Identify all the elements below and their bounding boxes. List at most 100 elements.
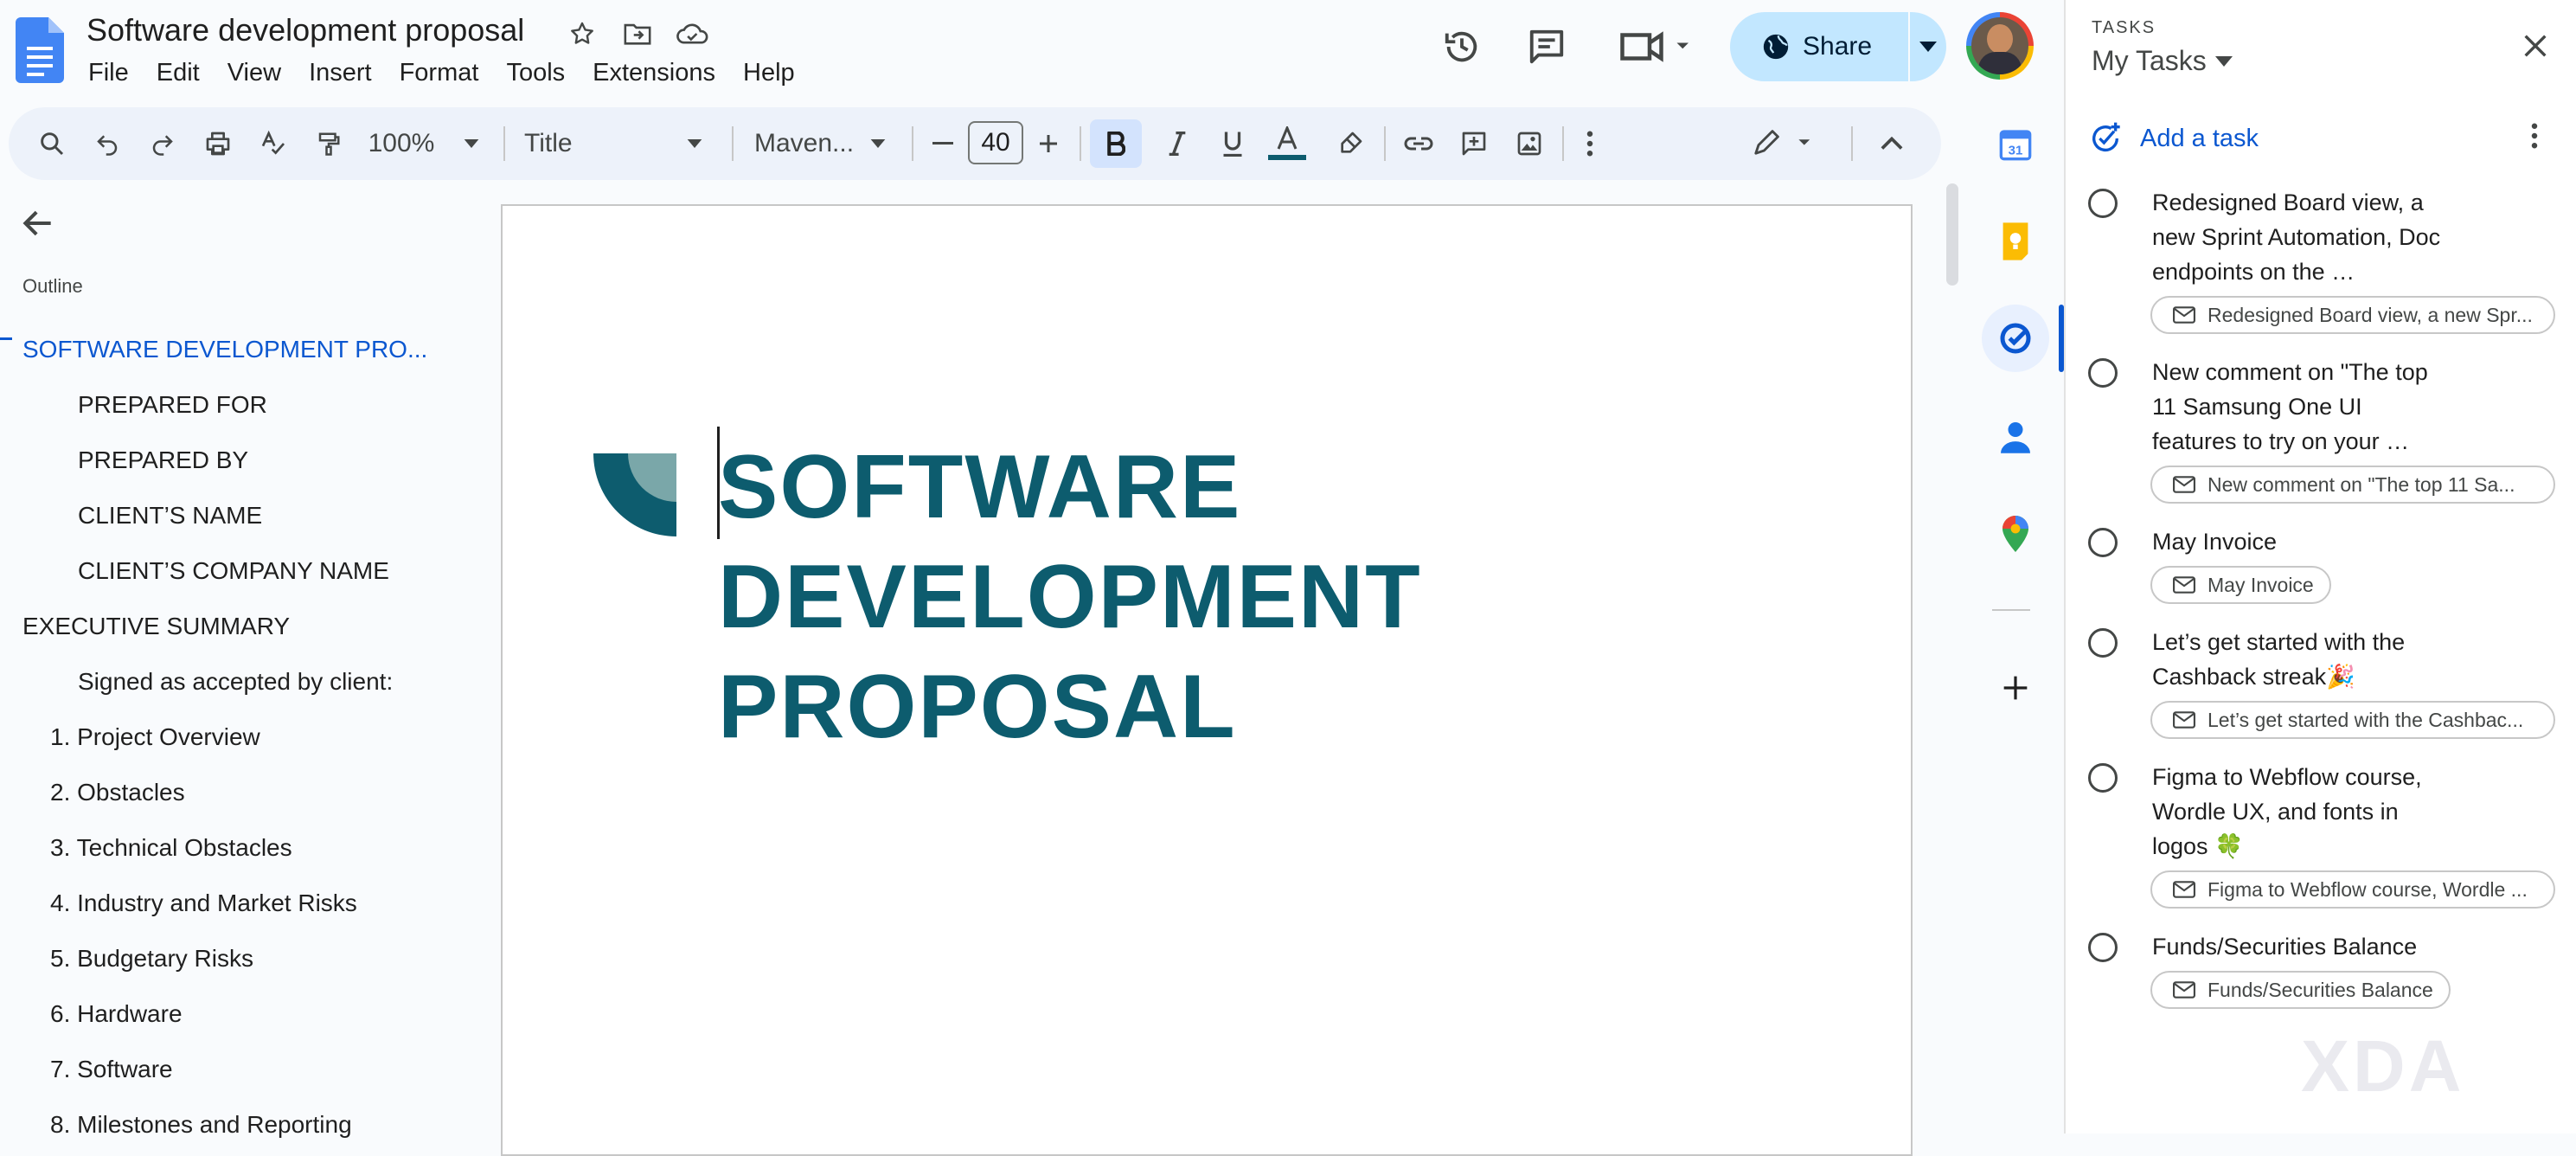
undo-icon[interactable] <box>88 107 126 180</box>
underline-icon[interactable] <box>1213 107 1253 180</box>
task-source-email-chip[interactable]: Redesigned Board view, a new Spr... <box>2150 296 2555 334</box>
bold-button[interactable] <box>1090 119 1142 168</box>
outline-item-title[interactable]: SOFTWARE DEVELOPMENT PRO... <box>22 336 427 363</box>
task-complete-radio[interactable] <box>2088 528 2118 557</box>
task-source-email-chip[interactable]: Let’s get started with the Cashbac... <box>2150 701 2555 739</box>
docs-logo-icon[interactable] <box>16 17 64 83</box>
chip-label: New comment on "The top 11 Sa... <box>2208 472 2515 496</box>
outline-item[interactable]: PREPARED FOR <box>78 391 267 419</box>
star-icon[interactable] <box>566 17 599 50</box>
print-icon[interactable] <box>199 107 237 180</box>
task-title[interactable]: Figma to Webflow course, Wordle UX, and … <box>2152 760 2446 864</box>
italic-icon[interactable] <box>1157 107 1197 180</box>
outline-item[interactable]: 1. Project Overview <box>50 723 260 751</box>
share-main[interactable]: Share <box>1730 12 1908 81</box>
paint-format-icon[interactable] <box>310 107 348 180</box>
move-folder-icon[interactable] <box>621 17 654 50</box>
menu-tools[interactable]: Tools <box>492 55 579 91</box>
share-options-chevron-icon[interactable] <box>1910 42 1946 52</box>
outline-item[interactable]: CLIENT’S COMPANY NAME <box>78 557 389 585</box>
outline-item[interactable]: 8. Milestones and Reporting <box>50 1111 352 1139</box>
task-source-email-chip[interactable]: Funds/Securities Balance <box>2150 971 2451 1009</box>
task-complete-radio[interactable] <box>2088 933 2118 962</box>
task-title[interactable]: Let’s get started with the Cashback stre… <box>2152 625 2446 694</box>
outline-item[interactable]: 5. Budgetary Risks <box>50 945 253 973</box>
menu-edit[interactable]: Edit <box>143 55 214 91</box>
menu-format[interactable]: Format <box>386 55 493 91</box>
get-add-ons-plus-icon[interactable] <box>1987 659 2044 716</box>
outline-item[interactable]: PREPARED BY <box>78 446 248 474</box>
more-options-icon[interactable] <box>1573 107 1607 180</box>
outline-item[interactable]: 2. Obstacles <box>50 779 185 806</box>
outline-item[interactable]: 7. Software <box>50 1056 173 1083</box>
task-title[interactable]: Redesigned Board view, a new Sprint Auto… <box>2152 185 2446 289</box>
comments-icon[interactable] <box>1521 21 1573 73</box>
decrease-font-size-icon[interactable] <box>926 107 960 180</box>
task-title[interactable]: Funds/Securities Balance <box>2152 929 2446 964</box>
outline-item[interactable]: CLIENT’S NAME <box>78 502 262 530</box>
zoom-chevron-down-icon[interactable] <box>458 107 484 180</box>
document-scrollbar[interactable] <box>1946 183 1958 286</box>
task-complete-radio[interactable] <box>2088 763 2118 793</box>
contacts-icon[interactable] <box>1987 408 2044 466</box>
outline-item[interactable]: 4. Industry and Market Risks <box>50 889 357 917</box>
version-history-icon[interactable] <box>1436 21 1488 73</box>
svg-text:31: 31 <box>2009 144 2023 158</box>
share-button[interactable]: Share <box>1730 12 1946 81</box>
menu-insert[interactable]: Insert <box>295 55 386 91</box>
toolbar-divider <box>732 126 734 161</box>
toolbar-divider <box>503 126 505 161</box>
outline-item[interactable]: EXECUTIVE SUMMARY <box>22 613 290 640</box>
tasks-icon[interactable] <box>1987 310 2044 367</box>
menu-file[interactable]: File <box>74 55 143 91</box>
menu-help[interactable]: Help <box>729 55 809 91</box>
task-complete-radio[interactable] <box>2088 628 2118 658</box>
menu-view[interactable]: View <box>214 55 295 91</box>
text-color-icon[interactable] <box>1261 107 1313 180</box>
maps-icon[interactable] <box>1987 505 2044 562</box>
task-source-email-chip[interactable]: Figma to Webflow course, Wordle ... <box>2150 870 2555 909</box>
menu-extensions[interactable]: Extensions <box>579 55 729 91</box>
add-comment-icon[interactable] <box>1453 107 1495 180</box>
task-list-more-options-icon[interactable] <box>2531 123 2538 149</box>
font-family-select[interactable]: Maven... <box>754 107 867 180</box>
outline-item[interactable]: Signed as accepted by client: <box>78 668 393 696</box>
meet-icon[interactable] <box>1614 21 1701 73</box>
search-menus-icon[interactable] <box>33 107 71 180</box>
task-source-email-chip[interactable]: May Invoice <box>2150 566 2331 604</box>
insert-link-icon[interactable] <box>1398 107 1439 180</box>
spellcheck-icon[interactable] <box>254 107 292 180</box>
insert-image-icon[interactable] <box>1509 107 1550 180</box>
hide-menus-chevron-up-icon[interactable] <box>1872 107 1912 180</box>
zoom-select[interactable]: 100% <box>367 107 436 180</box>
increase-font-size-icon[interactable] <box>1031 107 1066 180</box>
document-heading[interactable]: SOFTWARE DEVELOPMENT PROPOSAL <box>718 433 1422 762</box>
calendar-icon[interactable]: 31 <box>1987 116 2044 173</box>
outline-item[interactable]: 3. Technical Obstacles <box>50 834 292 862</box>
font-chevron-down-icon[interactable] <box>865 107 891 180</box>
task-source-email-chip[interactable]: New comment on "The top 11 Sa... <box>2150 466 2555 504</box>
redo-icon[interactable] <box>144 107 182 180</box>
style-chevron-down-icon[interactable] <box>682 107 708 180</box>
close-icon[interactable] <box>2521 31 2550 61</box>
task-list-selector[interactable]: My Tasks <box>2092 45 2233 77</box>
paragraph-style-select[interactable]: Title <box>524 107 593 180</box>
formatting-toolbar: 100% Title Maven... 40 <box>9 107 1941 180</box>
highlight-color-icon[interactable] <box>1327 107 1374 180</box>
task-title[interactable]: May Invoice <box>2152 524 2446 559</box>
account-avatar[interactable] <box>1966 12 2034 80</box>
document-title[interactable]: Software development proposal <box>87 12 524 48</box>
toolbar-divider <box>1562 126 1564 161</box>
add-task-button[interactable]: Add a task <box>2088 121 2259 156</box>
task-title[interactable]: New comment on "The top 11 Samsung One U… <box>2152 355 2446 459</box>
font-size-input[interactable]: 40 <box>968 121 1023 164</box>
close-outline-back-arrow-icon[interactable] <box>19 204 57 242</box>
task-complete-radio[interactable] <box>2088 358 2118 388</box>
outline-heading: Outline <box>22 275 83 297</box>
proposal-logo-graphic <box>593 453 676 536</box>
cloud-saved-icon[interactable] <box>676 17 709 50</box>
outline-item[interactable]: 6. Hardware <box>50 1000 183 1028</box>
editing-mode-pencil-icon[interactable] <box>1747 107 1825 180</box>
task-complete-radio[interactable] <box>2088 189 2118 218</box>
keep-icon[interactable] <box>1987 213 2044 270</box>
